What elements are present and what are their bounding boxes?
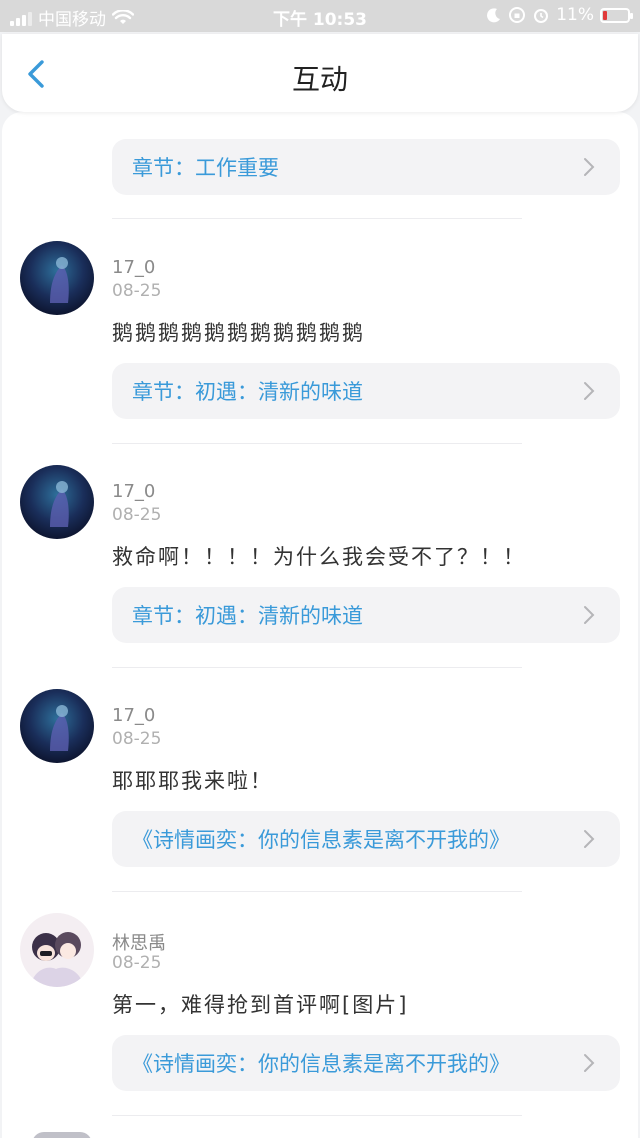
- username[interactable]: 17_0: [112, 257, 155, 278]
- chevron-right-icon: [584, 830, 595, 848]
- comment-text: 耶耶耶我来啦！: [112, 769, 273, 793]
- username[interactable]: 17_0: [112, 481, 155, 502]
- chevron-right-icon: [584, 1054, 595, 1072]
- comment-item: 17_0 08-25 救命啊！！！！为什么我会受不了？！！ 章节：初遇：清新的味…: [2, 465, 638, 689]
- divider: [112, 218, 522, 219]
- comment-date: 08-25: [112, 953, 162, 973]
- battery-icon: [600, 7, 633, 23]
- chapter-label: 《诗情画奕：你的信息素是离不开我的》: [132, 828, 510, 852]
- chevron-right-icon: [584, 382, 595, 400]
- battery-percent: 11%: [556, 5, 594, 25]
- username[interactable]: 17_0: [112, 705, 155, 726]
- comment-item: 17_0 08-25 鹅鹅鹅鹅鹅鹅鹅鹅鹅鹅鹅 章节：初遇：清新的味道: [2, 241, 638, 465]
- chapter-label: 章节：工作重要: [132, 156, 279, 180]
- avatar[interactable]: [20, 241, 94, 315]
- comment-item: 17_0 08-25 耶耶耶我来啦！ 《诗情画奕：你的信息素是离不开我的》: [2, 689, 638, 913]
- comment-date: 08-25: [112, 281, 162, 301]
- comment-item: 林思禹 08-25 第一，难得抢到首评啊[图片] 《诗情画奕：你的信息素是离不开…: [2, 913, 638, 1137]
- page-title: 互动: [291, 63, 348, 96]
- chapter-label: 章节：初遇：清新的味道: [132, 604, 363, 628]
- chapter-label: 《诗情画奕：你的信息素是离不开我的》: [132, 1052, 510, 1076]
- comment-date: 08-25: [112, 505, 162, 525]
- chevron-right-icon: [584, 606, 595, 624]
- username[interactable]: 林思禹: [112, 929, 166, 955]
- chapter-link[interactable]: 章节：初遇：清新的味道: [112, 587, 620, 643]
- chapter-label: 章节：初遇：清新的味道: [132, 380, 363, 404]
- chapter-link[interactable]: 《诗情画奕：你的信息素是离不开我的》: [112, 811, 620, 867]
- divider: [112, 1115, 522, 1116]
- divider: [112, 443, 522, 444]
- orientation-lock-icon: [509, 7, 526, 23]
- nav-bar: 互动: [2, 34, 638, 112]
- chapter-link[interactable]: 章节：工作重要: [112, 139, 620, 195]
- divider: [112, 667, 522, 668]
- chapter-link[interactable]: 章节：初遇：清新的味道: [112, 363, 620, 419]
- status-bar: 中国移动 下午 10:53 11%: [0, 0, 640, 32]
- chapter-link[interactable]: 《诗情画奕：你的信息素是离不开我的》: [112, 1035, 620, 1091]
- avatar[interactable]: [32, 1132, 92, 1138]
- comment-date: 08-25: [112, 729, 162, 749]
- avatar[interactable]: [20, 465, 94, 539]
- avatar[interactable]: [20, 689, 94, 763]
- comment-text: 鹅鹅鹅鹅鹅鹅鹅鹅鹅鹅鹅: [112, 321, 365, 345]
- comment-text: 第一，难得抢到首评啊[图片]: [112, 993, 409, 1017]
- avatar[interactable]: [20, 913, 94, 987]
- comment-list[interactable]: 章节：工作重要 17_0 08-25 鹅鹅鹅鹅鹅鹅鹅鹅鹅鹅鹅 章节：初遇：清新的…: [2, 112, 638, 1138]
- alarm-icon: [534, 9, 549, 23]
- chevron-right-icon: [584, 158, 595, 176]
- comment-text: 救命啊！！！！为什么我会受不了？！！: [112, 545, 526, 569]
- moon-icon: [487, 8, 501, 23]
- divider: [112, 891, 522, 892]
